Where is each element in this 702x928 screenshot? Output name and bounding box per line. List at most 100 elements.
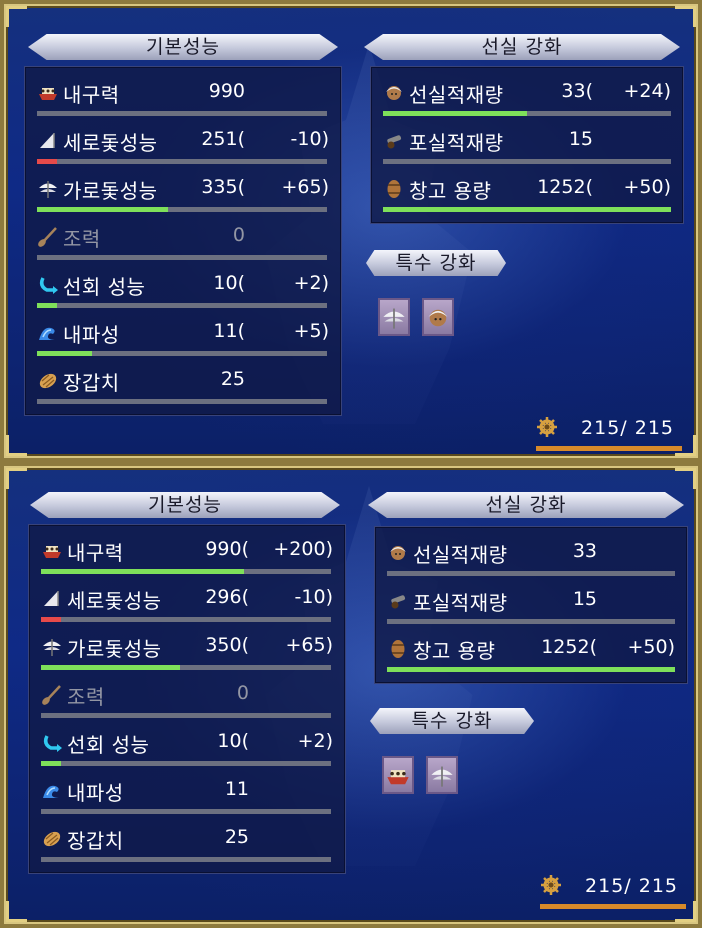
stat-value: 11( (213, 320, 245, 342)
capacity-value: 215/ 215 (585, 875, 679, 897)
ship-icon (37, 82, 59, 104)
stat-delta: +2) (293, 272, 329, 294)
cannon-icon (383, 130, 405, 152)
basic-performance-title: 기본성능 (28, 34, 338, 60)
special-enhance-title: 특수 강화 (366, 250, 506, 276)
cabin-enhance-title: 선실 강화 (368, 492, 684, 518)
wave-icon (37, 322, 59, 344)
stat-value: 335( (201, 176, 245, 198)
stat-value: 33( (561, 80, 593, 102)
stat-row: 선회 성능 10(+2) (29, 723, 345, 771)
stat-label: 선회 성능 (67, 733, 150, 757)
special-square-sail-icon[interactable] (426, 756, 458, 794)
basic-stats-box: 내구력 990 세로돛성능 251(-10) 가로돛성능 335(+65) 조력 0 선회 성능… (24, 66, 342, 416)
stat-label: 포실적재량 (413, 591, 508, 615)
stat-bar (387, 619, 675, 624)
barrel-icon (387, 638, 409, 660)
stat-row: 내파성 11(+5) (25, 313, 341, 361)
oar-icon (41, 684, 63, 706)
sailor-icon (387, 542, 409, 564)
stat-bar (41, 713, 331, 718)
oar-icon (37, 226, 59, 248)
wave-icon (41, 780, 63, 802)
special-enhance-title: 특수 강화 (370, 708, 534, 734)
stat-label: 장갑치 (67, 829, 124, 853)
stat-row: 선회 성능 10(+2) (25, 265, 341, 313)
stat-bar (37, 207, 327, 212)
enhance-stats-box: 선실적재량 33(+24) 포실적재량 15 창고 용량 1252(+50) (370, 66, 684, 224)
stat-delta: +65) (285, 634, 333, 656)
stat-value: 25 (220, 368, 245, 390)
turn-arrow-icon (37, 274, 59, 296)
basic-performance-title: 기본성능 (30, 492, 340, 518)
ship-icon (41, 540, 63, 562)
stat-label: 선회 성능 (63, 275, 146, 299)
stat-label: 내파성 (63, 323, 120, 347)
cabin-enhance-title: 선실 강화 (364, 34, 680, 60)
stat-row: 내구력 990 (25, 73, 341, 121)
capacity-value: 215/ 215 (581, 417, 675, 439)
stat-value: 990( (205, 538, 249, 560)
stat-bar (41, 809, 331, 814)
stat-delta: +50) (623, 176, 671, 198)
capacity-display: 215/ 215 (540, 874, 678, 897)
ship-stats-panel-preview: 기본성능 선실 강화 내구력 990(+200) 세로돛성능 296(-10) 가로돛성… (0, 462, 702, 928)
armor-icon (37, 370, 59, 392)
stat-label: 장갑치 (63, 371, 120, 395)
stat-label: 조력 (67, 685, 105, 709)
stat-row: 세로돛성능 296(-10) (29, 579, 345, 627)
stat-bar (383, 207, 671, 212)
stat-value: 350( (205, 634, 249, 656)
stat-label: 세로돛성능 (67, 589, 162, 613)
ship-stats-panel-current: 기본성능 선실 강화 내구력 990 세로돛성능 251(-10) 가로돛성능 335(+… (0, 0, 702, 462)
stat-row: 내파성 11 (29, 771, 345, 819)
stat-value: 990 (208, 80, 245, 102)
stat-bar (41, 665, 331, 670)
basic-stats-box: 내구력 990(+200) 세로돛성능 296(-10) 가로돛성능 350(+65) 조력… (28, 524, 346, 874)
capacity-bar (536, 446, 682, 451)
special-square-sail-icon[interactable] (378, 298, 410, 336)
square-sail-icon (37, 178, 59, 200)
stat-bar (37, 399, 327, 404)
stat-value: 25 (224, 826, 249, 848)
stat-label: 창고 용량 (409, 179, 492, 203)
stat-row: 포실적재량 15 (375, 581, 687, 629)
armor-icon (41, 828, 63, 850)
ship-wheel-icon (537, 417, 557, 437)
stat-value: 0 (232, 224, 245, 246)
stat-row: 조력 0 (29, 675, 345, 723)
stat-row: 가로돛성능 335(+65) (25, 169, 341, 217)
stat-value: 11 (224, 778, 249, 800)
stat-label: 내파성 (67, 781, 124, 805)
stat-bar (37, 303, 327, 308)
stat-row: 포실적재량 15 (371, 121, 683, 169)
special-ship-icon[interactable] (382, 756, 414, 794)
stat-bar (37, 159, 327, 164)
stat-row: 세로돛성능 251(-10) (25, 121, 341, 169)
stat-delta: +24) (623, 80, 671, 102)
stat-label: 내구력 (63, 83, 120, 107)
stat-label: 가로돛성능 (63, 179, 158, 203)
special-sailor-icon[interactable] (422, 298, 454, 336)
stat-value: 15 (568, 128, 593, 150)
stat-label: 포실적재량 (409, 131, 504, 155)
stat-bar (37, 351, 327, 356)
stat-value: 1252( (537, 176, 593, 198)
stat-row: 장갑치 25 (25, 361, 341, 409)
square-sail-icon (41, 636, 63, 658)
stat-bar (383, 159, 671, 164)
turn-arrow-icon (41, 732, 63, 754)
stat-row: 장갑치 25 (29, 819, 345, 867)
stat-delta: -10) (294, 586, 333, 608)
stat-row: 조력 0 (25, 217, 341, 265)
stat-bar (41, 617, 331, 622)
sailor-icon (383, 82, 405, 104)
stat-value: 0 (236, 682, 249, 704)
stat-row: 선실적재량 33(+24) (371, 73, 683, 121)
stat-bar (41, 569, 331, 574)
stat-bar (37, 255, 327, 260)
sail-icon (37, 130, 59, 152)
stat-delta: -10) (290, 128, 329, 150)
stat-label: 가로돛성능 (67, 637, 162, 661)
stat-value: 251( (201, 128, 245, 150)
